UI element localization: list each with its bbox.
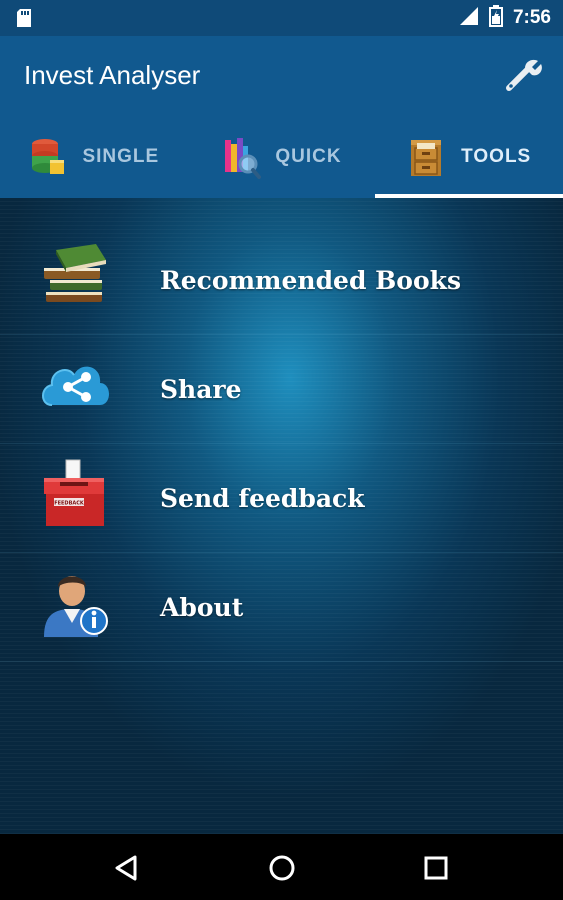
app-title: Invest Analyser (24, 60, 201, 90)
tab-label: TOOLS (461, 146, 532, 167)
sd-card-icon (16, 8, 32, 33)
tab-single[interactable]: SINGLE (0, 116, 188, 198)
books-search-icon (221, 134, 262, 180)
back-icon[interactable] (111, 852, 143, 884)
clock: 7:56 (512, 7, 551, 28)
tab-label: QUICK (275, 146, 342, 167)
status-bar: 7:56 (0, 0, 563, 36)
tab-tools[interactable]: TOOLS (375, 116, 563, 198)
share-cloud-icon (38, 349, 114, 421)
tab-quick[interactable]: QUICK (188, 116, 376, 198)
cabinet-icon (407, 134, 447, 180)
tools-list: Recommended Books Share FEEDBACK Send fe… (0, 198, 563, 834)
books-icon (38, 240, 114, 312)
database-icon (28, 134, 68, 180)
app-bar: Invest Analyser (0, 36, 563, 116)
svg-text:FEEDBACK: FEEDBACK (54, 501, 85, 507)
recents-icon[interactable] (420, 852, 452, 884)
menu-label: About (160, 592, 244, 622)
menu-item-recommended-books[interactable]: Recommended Books (0, 226, 563, 335)
tab-bar: SINGLE QUICK TOOLS (0, 116, 563, 198)
home-icon[interactable] (266, 852, 298, 884)
battery-icon (488, 4, 503, 32)
menu-label: Send feedback (160, 483, 365, 513)
menu-item-send-feedback[interactable]: FEEDBACK Send feedback (0, 444, 563, 553)
menu-item-about[interactable]: About (0, 553, 563, 662)
user-info-icon (38, 567, 114, 639)
navigation-bar (0, 834, 563, 900)
wrench-icon[interactable] (503, 56, 545, 94)
menu-item-share[interactable]: Share (0, 335, 563, 444)
feedback-box-icon: FEEDBACK (38, 458, 114, 530)
menu-label: Recommended Books (160, 265, 462, 295)
signal-icon (459, 6, 479, 31)
tab-label: SINGLE (82, 146, 160, 167)
menu-label: Share (160, 374, 242, 404)
